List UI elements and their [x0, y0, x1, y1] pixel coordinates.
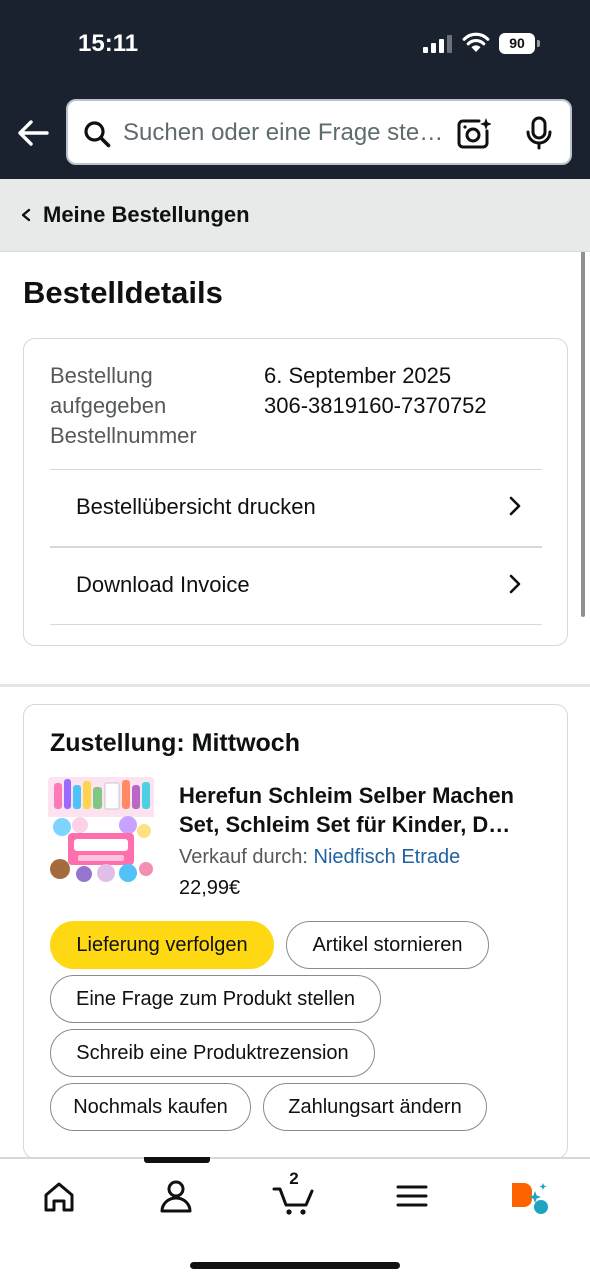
divider	[50, 624, 542, 625]
seller-line: Verkauf durch: Niedfisch Etrade	[179, 846, 460, 869]
home-indicator	[190, 1262, 400, 1269]
cart-tab[interactable]: 2	[264, 1169, 324, 1217]
breadcrumb-label[interactable]: Meine Bestellungen	[43, 202, 250, 228]
active-tab-indicator	[144, 1157, 210, 1163]
page-title: Bestelldetails	[23, 275, 223, 310]
camera-lens-icon[interactable]	[457, 117, 491, 149]
order-meta-values: 6. September 2025 306-3819160-7370752	[264, 361, 487, 421]
rufus-assistant-icon[interactable]	[499, 1175, 559, 1217]
chevron-left-icon	[21, 208, 31, 222]
buy-again-button[interactable]: Nochmals kaufen	[50, 1083, 251, 1131]
status-time: 15:11	[78, 30, 139, 57]
chevron-right-icon	[509, 496, 521, 516]
product-title[interactable]: Herefun Schleim Selber Machen Set, Schle…	[179, 781, 549, 839]
order-number: 306-3819160-7370752	[264, 393, 487, 418]
order-number-label: Bestellnummer	[50, 423, 197, 448]
print-summary-link[interactable]: Bestellübersicht drucken	[50, 469, 542, 547]
arrow-left-icon[interactable]	[16, 116, 50, 150]
seller-link[interactable]: Niedfisch Etrade	[314, 846, 461, 868]
search-icon	[84, 121, 111, 148]
shipment-card: Zustellung: Mittwoch Herefun Schleim Sel…	[23, 704, 568, 1159]
product-price: 22,99€	[179, 877, 241, 899]
seller-prefix: Verkauf durch:	[179, 846, 308, 868]
order-placed-date: 6. September 2025	[264, 363, 452, 388]
chevron-right-icon	[509, 574, 521, 594]
write-review-button[interactable]: Schreib eine Produktrezension	[50, 1029, 375, 1077]
order-info-card: Bestellung aufgegeben Bestellnummer 6. S…	[23, 338, 568, 646]
section-divider	[0, 684, 590, 687]
download-invoice-label: Download Invoice	[76, 572, 250, 597]
wifi-icon	[462, 32, 490, 52]
breadcrumb[interactable]: Meine Bestellungen	[0, 179, 590, 252]
search-input[interactable]	[123, 114, 448, 152]
change-payment-button[interactable]: Zahlungsart ändern	[263, 1083, 487, 1131]
product-image[interactable]	[48, 777, 154, 885]
track-delivery-button[interactable]: Lieferung verfolgen	[50, 921, 274, 969]
bottom-tab-bar: 2	[0, 1157, 590, 1280]
order-meta-labels: Bestellung aufgegeben Bestellnummer	[50, 361, 240, 451]
ask-product-question-button[interactable]: Eine Frage zum Produkt stellen	[50, 975, 381, 1023]
delivery-title: Zustellung: Mittwoch	[50, 729, 300, 757]
microphone-icon[interactable]	[524, 116, 554, 150]
person-icon[interactable]	[146, 1175, 206, 1217]
search-bar[interactable]	[66, 99, 572, 165]
download-invoice-link[interactable]: Download Invoice	[50, 546, 542, 624]
cancel-item-button[interactable]: Artikel stornieren	[286, 921, 489, 969]
menu-icon[interactable]	[382, 1175, 442, 1217]
cart-count-badge: 2	[289, 1169, 299, 1188]
home-icon[interactable]	[29, 1175, 89, 1217]
cellular-signal-icon	[423, 35, 452, 53]
order-placed-label: Bestellung aufgegeben	[50, 363, 167, 418]
top-header: 15:11 90	[0, 0, 590, 179]
battery-icon: 90	[499, 33, 541, 54]
battery-level: 90	[499, 33, 535, 54]
print-summary-label: Bestellübersicht drucken	[76, 494, 316, 519]
